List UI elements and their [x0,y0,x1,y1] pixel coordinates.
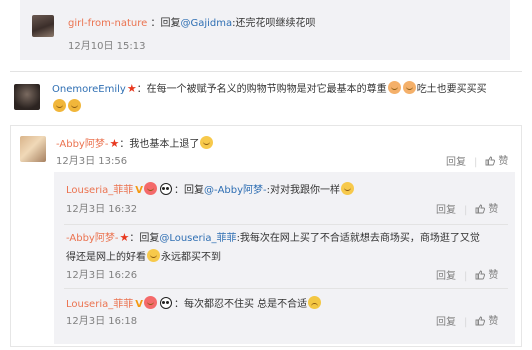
comment-3-body: -Abby阿梦-★：我也基本上退了 [56,136,214,152]
reply-2-text: :我每次在网上买了不合适就想去商场买，商场逛了又觉 [236,233,480,244]
reply-1-prefix: ：回复 [173,185,204,196]
comment-3-actions: 回复 | 赞 [446,156,508,170]
comment-1-mention[interactable]: @Gajidma [180,18,232,29]
reply-1-username[interactable]: Louseria_菲菲 [66,185,133,196]
reply-button[interactable]: 回复 [436,317,456,329]
verified-badge-icon: V [135,185,143,196]
reply-3-username[interactable]: Louseria_菲菲 [66,299,133,310]
action-separator: | [464,270,468,282]
divider [64,224,508,225]
action-separator: | [464,204,468,216]
comment-1-text: :还完花呗继续花呗 [232,18,316,29]
cry-emoji-icon [308,296,322,309]
thumbs-up-icon [475,270,486,280]
star-badge-icon: ★ [119,231,130,244]
panda-emoji-icon [159,183,172,195]
avatar[interactable] [20,136,46,162]
reply-2-text-cont: 得还是网上的好看 [66,252,146,263]
like-button[interactable]: 赞 [475,270,498,283]
laugh-emoji-icon [147,249,160,262]
blush-emoji-icon [402,81,416,94]
laugh-emoji-icon [341,182,355,195]
comment-3-text: ：我也基本上退了 [119,139,200,150]
blush-emoji-icon [387,81,401,94]
like-label: 赞 [488,316,499,327]
reply-1-mention[interactable]: @-Abby阿梦- [204,185,267,196]
comment-1-time: 12月10日 15:13 [68,41,146,52]
heart-emoji-icon [143,296,157,309]
like-label: 赞 [498,156,509,167]
reply-button[interactable]: 回复 [436,271,456,283]
reply-3-time: 12月3日 16:18 [66,316,138,327]
action-separator: | [474,156,478,168]
star-badge-icon: ★ [109,137,120,150]
reply-2-prefix: ：回复 [129,233,160,244]
reply-2-body: -Abby阿梦-★：回复@Louseria_菲菲:我每次在网上买了不合适就想去商… [66,231,480,246]
thumbs-up-icon [485,156,496,166]
comment-3-time: 12月3日 13:56 [56,156,128,167]
reply-1-text: :对对我跟你一样 [266,185,341,196]
like-label: 赞 [488,204,499,215]
comment-2-text-cont: 吃土也要买买买 [416,84,487,95]
laugh-emoji-icon [200,136,214,149]
reply-2-body-line2: 得还是网上的好看 永远都买不到 [66,249,221,265]
reply-1-body: Louseria_菲菲 V ：回复@-Abby阿梦-:对对我跟你一样 [66,182,355,198]
divider [10,71,522,72]
heart-emoji-icon [143,182,157,195]
reply-2-mention[interactable]: @Louseria_菲菲 [159,233,236,244]
avatar[interactable] [14,84,40,110]
like-button[interactable]: 赞 [475,316,498,329]
money-emoji-icon [68,99,81,112]
thumbs-up-icon [475,204,486,214]
panda-emoji-icon [159,297,172,309]
verified-badge-icon: V [135,299,143,310]
comment-1-body: girl-from-nature ：回复@Gajidma:还完花呗继续花呗 [68,17,316,31]
reply-2-text-cont2: 永远都买不到 [161,252,221,263]
comment-2-username[interactable]: OnemoreEmily [52,84,126,95]
reply-2-time: 12月3日 16:26 [66,270,138,281]
avatar[interactable] [32,15,54,37]
comment-1-username[interactable]: girl-from-nature [68,18,147,29]
reply-3-body: Louseria_菲菲 V ：每次都忍不住买 总是不合适 [66,296,322,312]
money-emoji-icon [53,99,66,112]
comment-2-body: OnemoreEmily★：在每一个被赋予名义的购物节购物是对它最基本的尊重 吃土… [52,81,487,97]
like-label: 赞 [488,270,499,281]
like-button[interactable]: 赞 [485,156,508,169]
reply-2-actions: 回复 | 赞 [436,270,498,284]
reply-3-text: ：每次都忍不住买 总是不合适 [173,299,308,310]
reply-1-time: 12月3日 16:32 [66,204,138,215]
reply-3-actions: 回复 | 赞 [436,316,498,330]
comment-1-separator: ： [150,18,161,29]
comment-2-body-line2 [52,99,82,115]
action-separator: | [464,316,468,328]
comment-2-text: ：在每一个被赋予名义的购物节购物是对它最基本的尊重 [136,84,387,95]
like-button[interactable]: 赞 [475,204,498,217]
reply-button[interactable]: 回复 [446,157,466,169]
comment-1-reply-prefix: 回复 [160,18,181,29]
thumbs-up-icon [475,316,486,326]
reply-1-actions: 回复 | 赞 [436,204,498,218]
divider [64,288,508,289]
reply-2-username[interactable]: -Abby阿梦- [66,233,118,244]
comment-3-username[interactable]: -Abby阿梦- [56,139,108,150]
reply-button[interactable]: 回复 [436,205,456,217]
star-badge-icon: ★ [126,82,137,95]
